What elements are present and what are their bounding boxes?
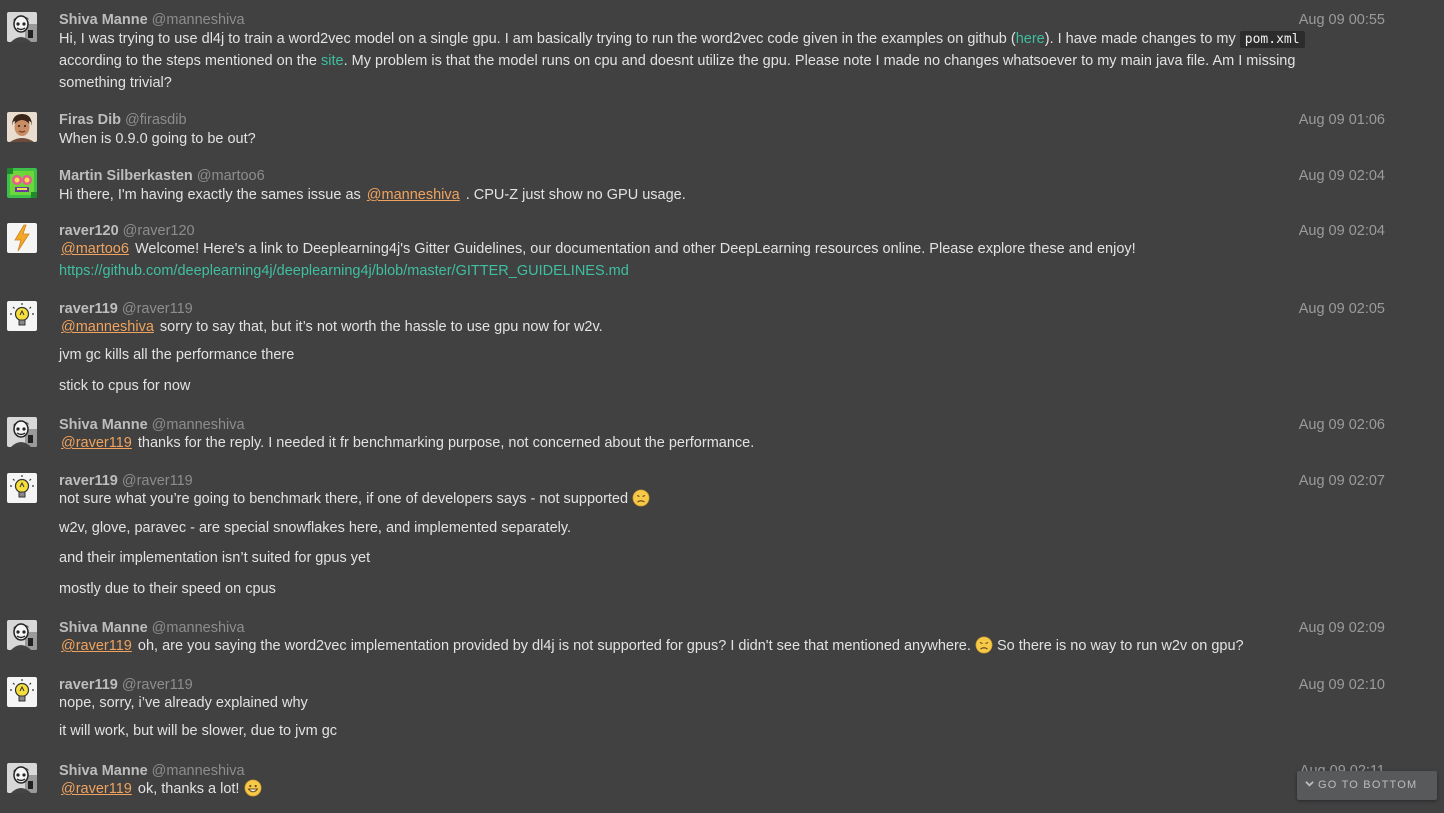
author-name[interactable]: Martin Silberkasten [59, 168, 193, 184]
chat-message: raver119 @raver119 Aug 09 02:10 nope, sor… [0, 669, 1400, 749]
timestamp[interactable]: Aug 09 00:55 [1299, 10, 1385, 30]
text-segment: not sure what you’re going to benchmark … [59, 491, 633, 507]
persevere-emoji-icon [975, 636, 993, 654]
message-text: jvm gc kills all the performance there [59, 347, 295, 363]
author-handle[interactable]: @manneshiva [152, 12, 245, 28]
user-mention[interactable]: @raver119 [59, 781, 134, 797]
author-handle[interactable]: @firasdib [125, 112, 186, 128]
author-name[interactable]: raver119 [59, 301, 118, 317]
user-mention[interactable]: @martoo6 [59, 241, 131, 257]
text-segment: according to the steps mentioned on the [59, 53, 321, 69]
author-handle[interactable]: @raver119 [122, 677, 193, 693]
chat-message: raver119 @raver119 Aug 09 02:05 @manneshi… [0, 293, 1400, 403]
site-link[interactable]: site [321, 53, 344, 69]
author-handle[interactable]: @raver119 [122, 473, 193, 489]
grinning-emoji-icon [244, 779, 262, 797]
go-to-bottom-button[interactable]: GO TO BOTTOM [1297, 771, 1437, 800]
here-link[interactable]: here [1016, 31, 1045, 47]
avatar[interactable] [7, 168, 37, 198]
persevere-emoji-icon [632, 489, 650, 507]
author-handle[interactable]: @manneshiva [152, 763, 245, 779]
message-text: w2v, glove, paravec - are special snowfl… [59, 520, 572, 536]
message-header: Shiva Manne @manneshiva [59, 10, 245, 30]
message-text: and their implementation isn’t suited fo… [59, 550, 371, 566]
author-handle[interactable]: @martoo6 [197, 168, 265, 184]
message-text: Hi there, I'm having exactly the sames i… [59, 184, 1359, 206]
chat-message: Firas Dib @firasdib Aug 09 01:06 When is … [0, 104, 1400, 156]
message-text: it will work, but will be slower, due to… [59, 723, 338, 739]
text-segment: Hi, I was trying to use dl4j to train a … [59, 31, 1016, 47]
message-header: Firas Dib @firasdib [59, 110, 187, 130]
timestamp[interactable]: Aug 09 02:04 [1299, 166, 1385, 186]
text-segment: ). I have made changes to my [1044, 31, 1240, 47]
text-segment: . My problem is that the model runs on c… [343, 53, 1296, 69]
text-segment: ok, thanks a lot! [133, 781, 244, 797]
text-segment: Hi there, I'm having exactly the sames i… [59, 187, 365, 203]
user-mention[interactable]: @raver119 [59, 435, 134, 451]
message-text: not sure what you’re going to benchmark … [59, 488, 1359, 510]
chat-message: raver120 @raver120 Aug 09 02:04 @martoo6 … [0, 215, 1400, 289]
author-name[interactable]: Shiva Manne [59, 620, 148, 636]
avatar[interactable] [7, 473, 37, 503]
author-name[interactable]: Shiva Manne [59, 417, 148, 433]
message-text: nope, sorry, i’ve already explained why [59, 695, 308, 711]
author-handle[interactable]: @manneshiva [152, 620, 245, 636]
message-text: something trivial? [59, 75, 172, 91]
user-mention[interactable]: @raver119 [59, 638, 134, 654]
message-text: mostly due to their speed on cpus [59, 581, 276, 597]
message-text: When is 0.9.0 going to be out? [59, 131, 256, 147]
message-text: @raver119 ok, thanks a lot! [59, 778, 1359, 800]
chat-message: Shiva Manne @manneshiva Aug 09 02:09 @rav… [0, 612, 1400, 664]
chevron-down-icon [1305, 771, 1315, 800]
author-name[interactable]: raver120 [59, 223, 119, 239]
avatar[interactable] [7, 763, 37, 793]
avatar[interactable] [7, 12, 37, 42]
go-to-bottom-label: GO TO BOTTOM [1318, 779, 1418, 791]
text-segment: Welcome! Here's a link to Deeplearning4j… [130, 241, 1136, 257]
timestamp[interactable]: Aug 09 01:06 [1299, 110, 1385, 130]
avatar[interactable] [7, 417, 37, 447]
avatar[interactable] [7, 620, 37, 650]
text-segment: sorry to say that, but it’s not worth th… [155, 319, 603, 335]
message-header: Martin Silberkasten @martoo6 [59, 166, 265, 186]
message-text: @raver119 thanks for the reply. I needed… [59, 432, 1359, 454]
author-name[interactable]: Shiva Manne [59, 12, 148, 28]
user-mention[interactable]: @manneshiva [59, 319, 156, 335]
author-name[interactable]: Shiva Manne [59, 763, 148, 779]
message-text: @raver119 oh, are you saying the word2ve… [59, 635, 1359, 657]
inline-code: pom.xml [1239, 31, 1305, 48]
user-mention[interactable]: @manneshiva [365, 187, 462, 203]
avatar[interactable] [7, 677, 37, 707]
message-text: Hi, I was trying to use dl4j to train a … [59, 28, 1359, 51]
text-segment: . CPU-Z just show no GPU usage. [461, 187, 686, 203]
avatar[interactable] [7, 223, 37, 253]
author-name[interactable]: raver119 [59, 473, 118, 489]
text-segment: oh, are you saying the word2vec implemen… [133, 638, 975, 654]
author-handle[interactable]: @manneshiva [152, 417, 245, 433]
chat-message: Martin Silberkasten @martoo6 Aug 09 02:04… [0, 160, 1400, 212]
text-segment: So there is no way to run w2v on gpu? [992, 638, 1244, 654]
chat-message: Shiva Manne@manneshiva Aug 09 02:11 @rav… [0, 755, 1400, 813]
author-handle[interactable]: @raver119 [122, 301, 193, 317]
message-text: stick to cpus for now [59, 378, 191, 394]
message-text: https://github.com/deeplearning4j/deeple… [59, 260, 1359, 282]
message-text: @martoo6 Welcome! Here's a link to Deepl… [59, 238, 1359, 260]
chat-message: raver119 @raver119 Aug 09 02:07 not sure … [0, 465, 1400, 607]
guidelines-link[interactable]: https://github.com/deeplearning4j/deeple… [59, 263, 629, 279]
chat-message: Shiva Manne @manneshiva Aug 09 02:06 @rav… [0, 409, 1400, 461]
message-text: according to the steps mentioned on the … [59, 50, 1359, 72]
message-text: @manneshiva sorry to say that, but it’s … [59, 316, 1359, 338]
author-name[interactable]: raver119 [59, 677, 118, 693]
text-segment: thanks for the reply. I needed it fr ben… [133, 435, 755, 451]
chat-message: Shiva Manne @manneshiva Aug 09 00:55 Hi, … [0, 4, 1400, 100]
author-name[interactable]: Firas Dib [59, 112, 121, 128]
author-handle[interactable]: @raver120 [123, 223, 195, 239]
avatar[interactable] [7, 112, 37, 142]
avatar[interactable] [7, 301, 37, 331]
